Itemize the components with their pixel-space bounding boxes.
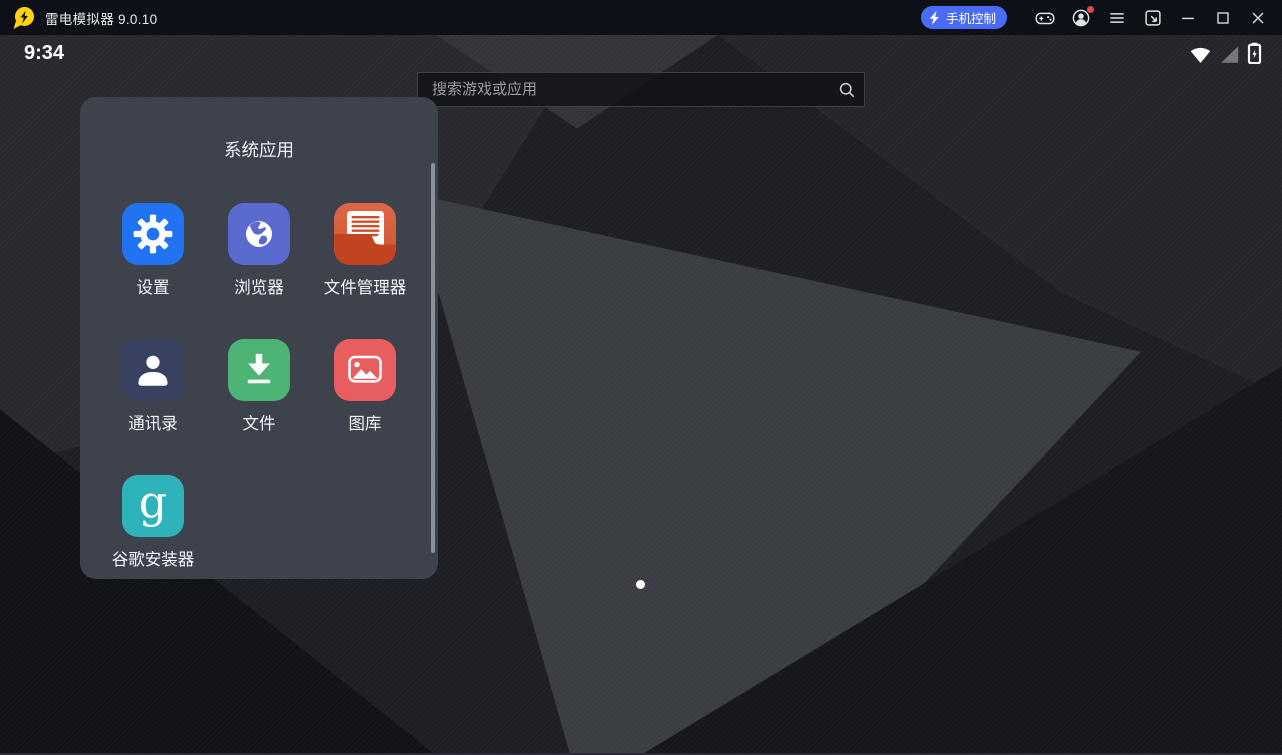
contacts-icon: [122, 339, 184, 401]
file-manager-icon: [334, 203, 396, 265]
app-browser[interactable]: 浏览器: [206, 203, 312, 339]
app-files[interactable]: 文件: [206, 339, 312, 475]
folder-title: 系统应用: [80, 97, 438, 162]
files-icon: [228, 339, 290, 401]
close-button[interactable]: [1246, 6, 1270, 30]
app-label: 图库: [349, 410, 382, 434]
google-installer-glyph: g: [139, 481, 167, 525]
app-label: 谷歌安装器: [112, 546, 195, 570]
search-bar: [417, 72, 865, 107]
menu-button[interactable]: [1105, 6, 1129, 30]
page-indicator-dot: [636, 580, 645, 589]
phone-control-button[interactable]: 手机控制: [921, 6, 1007, 29]
app-contacts[interactable]: 通讯录: [100, 339, 206, 475]
settings-icon: [122, 203, 184, 265]
window-title: 雷电模拟器 9.0.10: [45, 8, 157, 28]
folder-scrollbar[interactable]: [431, 163, 435, 553]
search-icon[interactable]: [830, 80, 864, 100]
app-label: 通讯录: [128, 410, 178, 434]
app-google-installer[interactable]: g 谷歌安装器: [100, 475, 206, 611]
resize-button[interactable]: [1141, 6, 1165, 30]
browser-icon: [228, 203, 290, 265]
app-label: 文件管理器: [324, 274, 407, 298]
maximize-icon: [1213, 8, 1233, 28]
emulator-window: 雷电模拟器 9.0.10 手机控制: [0, 0, 1282, 755]
minimize-icon: [1178, 8, 1198, 28]
support-button[interactable]: [1069, 6, 1093, 30]
ldplayer-logo-icon: [12, 5, 36, 31]
app-label: 文件: [243, 410, 276, 434]
resize-window-icon: [1142, 7, 1164, 29]
app-file-manager[interactable]: 文件管理器: [312, 203, 418, 339]
search-input[interactable]: [418, 73, 830, 106]
maximize-button[interactable]: [1211, 6, 1235, 30]
close-icon: [1248, 8, 1268, 28]
app-label: 浏览器: [234, 274, 284, 298]
gamepad-icon: [1034, 7, 1056, 29]
hamburger-menu-icon: [1107, 8, 1127, 28]
google-installer-icon: g: [122, 475, 184, 537]
app-settings[interactable]: 设置: [100, 203, 206, 339]
folder-panel: 系统应用 设置 浏览器 文件管理器 通讯录 文件 图库 g 谷歌安装器: [80, 97, 438, 579]
signal-icon: [1219, 44, 1240, 64]
android-screen: 9:34 系统应用: [0, 35, 1282, 755]
app-label: 设置: [137, 274, 170, 298]
app-grid: 设置 浏览器 文件管理器 通讯录 文件 图库 g 谷歌安装器: [100, 203, 418, 611]
status-icons: [1189, 42, 1262, 64]
wifi-icon: [1189, 44, 1212, 64]
minimize-button[interactable]: [1176, 6, 1200, 30]
titlebar: 雷电模拟器 9.0.10 手机控制: [0, 0, 1282, 35]
lightning-icon: [929, 11, 941, 25]
app-gallery[interactable]: 图库: [312, 339, 418, 475]
battery-charging-icon: [1247, 42, 1262, 64]
gallery-icon: [334, 339, 396, 401]
clock: 9:34: [24, 42, 64, 65]
gamepad-button[interactable]: [1033, 6, 1057, 30]
notification-badge: [1087, 6, 1094, 13]
phone-control-label: 手机控制: [946, 8, 996, 27]
